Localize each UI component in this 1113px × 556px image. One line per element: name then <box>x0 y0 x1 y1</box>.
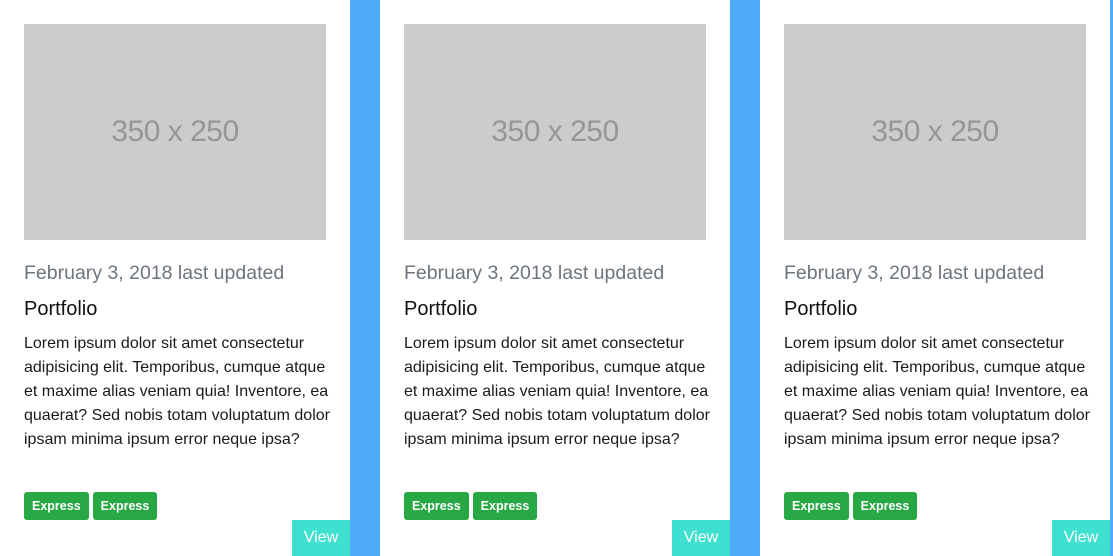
tag-badge[interactable]: Express <box>852 492 918 520</box>
card-date: February 3, 2018 last updated <box>404 262 665 284</box>
tag-badge[interactable]: Express <box>24 492 89 520</box>
card-title: Portfolio <box>784 298 858 320</box>
card-description: Lorem ipsum dolor sit amet consectetur a… <box>24 335 330 448</box>
tag-badge[interactable]: Express <box>404 492 469 520</box>
tag-list: Express Express <box>784 492 918 520</box>
view-button[interactable]: View <box>672 520 730 556</box>
view-button[interactable]: View <box>1052 520 1110 556</box>
portfolio-card: 350 x 250 February 3, 2018 last updated … <box>760 0 1110 556</box>
card-description: Lorem ipsum dolor sit amet consectetur a… <box>784 335 1090 448</box>
portfolio-card: 350 x 250 February 3, 2018 last updated … <box>380 0 730 556</box>
portfolio-card: 350 x 250 February 3, 2018 last updated … <box>0 0 350 556</box>
tag-list: Express Express <box>24 492 158 520</box>
tag-list: Express Express <box>404 492 538 520</box>
tag-badge[interactable]: Express <box>784 492 849 520</box>
tag-badge[interactable]: Express <box>472 492 538 520</box>
placeholder-image: 350 x 250 <box>404 24 706 240</box>
card-date: February 3, 2018 last updated <box>784 262 1045 284</box>
tag-badge[interactable]: Express <box>92 492 158 520</box>
card-date: February 3, 2018 last updated <box>24 262 285 284</box>
placeholder-image: 350 x 250 <box>24 24 326 240</box>
card-title: Portfolio <box>404 298 478 320</box>
placeholder-image: 350 x 250 <box>784 24 1086 240</box>
view-button[interactable]: View <box>292 520 350 556</box>
card-title: Portfolio <box>24 298 98 320</box>
card-description: Lorem ipsum dolor sit amet consectetur a… <box>404 335 710 448</box>
